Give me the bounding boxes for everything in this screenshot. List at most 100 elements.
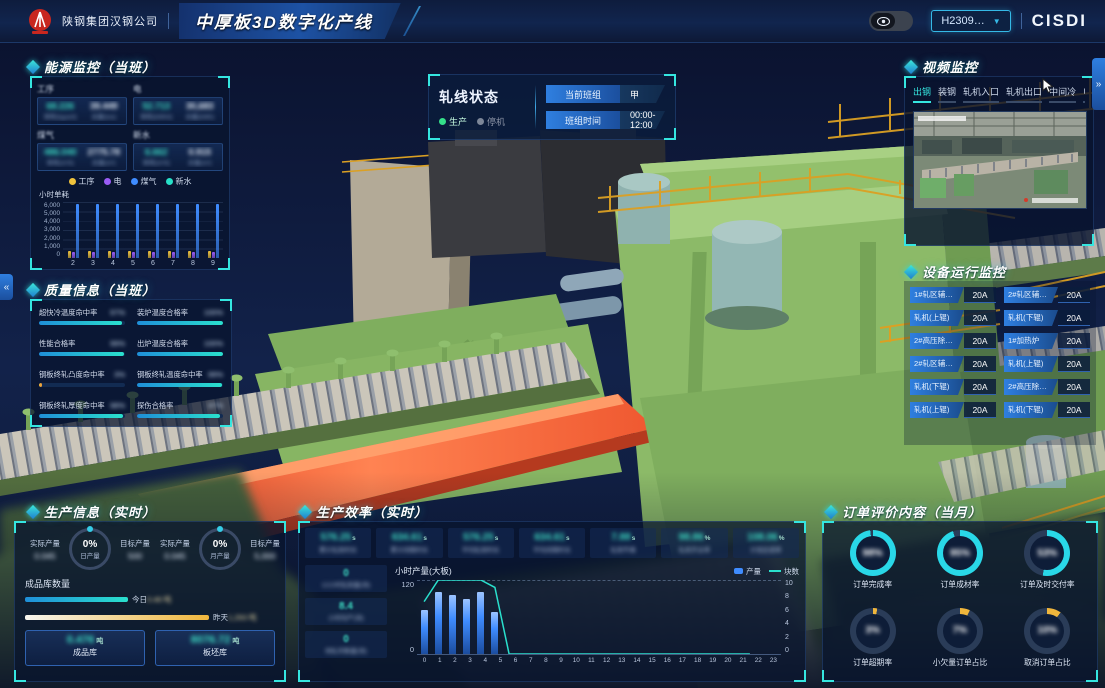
progress-bar: [39, 352, 125, 356]
energy-chart-legend: 工序电煤气新水: [37, 176, 223, 187]
cctv-still[interactable]: [913, 111, 1087, 209]
bar-group: [123, 202, 143, 258]
shift-ribbon: 当前班组甲: [546, 85, 665, 103]
progress-bar: [137, 321, 223, 325]
legend-item[interactable]: 块数: [769, 566, 799, 577]
line-status-title: 轧线状态: [439, 87, 525, 107]
output-plot: [417, 580, 781, 655]
legend-item[interactable]: 煤气: [131, 176, 157, 187]
energy-groups: 工序 68.226单耗(kgce/t) 39.449总量(tce) 电 52.7…: [37, 83, 223, 171]
camera-tabs: 出钢装钢轧机入口轧机出口中间冷电加热: [913, 85, 1085, 103]
device-cell[interactable]: 轧机(下辊)20A: [910, 379, 996, 395]
legend-item[interactable]: 产量: [734, 566, 761, 577]
device-row: 2#高压除…20A 1#加热炉20A: [904, 333, 1096, 349]
output-chart-title: 小时产量(大板): [395, 565, 452, 577]
header-divider: [1021, 13, 1022, 29]
dashboard: 陕钢集团汉钢公司 中厚板3D数字化产线 H2309… ▼ CISDI 轧线状态 …: [0, 0, 1105, 688]
line-status-panel: 轧线状态 生产停机 当前班组甲班组时间00:00-12:00: [428, 74, 676, 140]
device-row: 轧机(上辊)20A 轧机(下辊)20A: [904, 310, 1096, 326]
efficiency-panel: 576.25s 累计轧制时长634.61s 累计间隔时长576.25s 平均轧制…: [298, 521, 806, 682]
energy-panel: 工序 68.226单耗(kgce/t) 39.449总量(tce) 电 52.7…: [30, 76, 230, 270]
device-cell[interactable]: 2#轧区辅…20A: [910, 356, 996, 372]
quality-item: 钢板终轧厚度命中率 98%: [39, 401, 125, 418]
device-cell[interactable]: 1#轧区辅…20A: [910, 287, 996, 303]
quality-item: 出炉温度合格率 100%: [137, 339, 223, 356]
video-panel-title: 视频监控: [906, 57, 978, 76]
bar-group: [203, 202, 223, 258]
order-donut: 98% 订单完成率: [829, 530, 916, 602]
order-donut: 95% 订单成材率: [916, 530, 1003, 602]
bar-group: [143, 202, 163, 258]
output-x-axis: 01234567891011121314151617181920212223: [417, 657, 781, 664]
device-cell[interactable]: 轧机(下辊)20A: [1004, 310, 1090, 326]
finished-stock-box: 0.476吨 成品库: [25, 630, 145, 666]
efficiency-stat: 98.86% 轧机作业率: [661, 528, 727, 558]
bar-group: [163, 202, 183, 258]
efficiency-side-stat: 0待轧坯数量(块): [305, 631, 387, 658]
bar-group: [63, 202, 83, 258]
quality-item: 钢板终轧温度命中率 99%: [137, 370, 223, 387]
diamond-icon: [298, 504, 312, 518]
visibility-toggle[interactable]: [869, 11, 913, 31]
collapse-left-handle[interactable]: «: [0, 274, 13, 300]
quality-panel-title: 质量信息（当班）: [28, 280, 156, 299]
video-panel: 出钢装钢轧机入口轧机出口中间冷电加热: [904, 76, 1094, 246]
device-cell[interactable]: 轧机(上辊)20A: [910, 310, 996, 326]
camera-tab-轧机出口[interactable]: 轧机出口: [1006, 85, 1042, 103]
device-row: 2#轧区辅…20A 轧机(上辊)20A: [904, 356, 1096, 372]
device-cell[interactable]: 轧机(上辊)20A: [1004, 356, 1090, 372]
bar-group: [103, 202, 123, 258]
device-cell[interactable]: 轧机(上辊)20A: [910, 402, 996, 418]
energy-panel-title: 能源监控（当班）: [28, 57, 156, 76]
efficiency-stat: 576.25s 累计轧制时长: [305, 528, 371, 558]
line-state-停机[interactable]: 停机: [477, 115, 505, 128]
daily-output-gauge: 实际产量 0.045 0% 日产量 目标产量 500: [25, 528, 155, 570]
donut-ring: 3%: [850, 608, 896, 654]
company-logo: [26, 7, 54, 35]
quality-item: 装炉温度合格率 100%: [137, 308, 223, 325]
donut-ring: 98%: [850, 530, 896, 576]
divider: [535, 85, 536, 129]
device-cell[interactable]: 2#高压除…20A: [1004, 379, 1090, 395]
device-cell[interactable]: 2#轧区辅…20A: [1004, 287, 1090, 303]
output-left-axis: 1200: [395, 580, 417, 654]
efficiency-stats: 576.25s 累计轧制时长634.61s 累计间隔时长576.25s 平均轧制…: [305, 528, 799, 558]
device-dropdown[interactable]: H2309… ▼: [931, 10, 1010, 32]
progress-bar: [39, 383, 125, 387]
collapse-right-handle[interactable]: »: [1092, 58, 1105, 110]
efficiency-stat: 108.06% 计划达成率: [733, 528, 799, 558]
stock-bar: 昨天1,293 吨: [25, 612, 275, 623]
legend-item[interactable]: 新水: [166, 176, 192, 187]
energy-y-axis: 6,0005,0004,0003,0002,0001,0000: [37, 202, 63, 258]
efficiency-stat: 634.61s 平均间隔时长: [519, 528, 585, 558]
quality-item: 性能合格率 99%: [39, 339, 125, 356]
progress-bar: [39, 414, 125, 418]
output-chart-legend: 产量块数: [734, 566, 799, 577]
device-cell[interactable]: 1#加热炉20A: [1004, 333, 1090, 349]
orders-panel-title: 订单评价内容（当月）: [826, 502, 982, 521]
legend-item[interactable]: 工序: [69, 176, 95, 187]
camera-tab-中间冷[interactable]: 中间冷: [1049, 85, 1076, 103]
bar-group: [83, 202, 103, 258]
camera-tab-装钢[interactable]: 装钢: [938, 85, 956, 103]
diamond-icon: [26, 282, 40, 296]
order-donut: 7% 小欠量订单占比: [916, 608, 1003, 680]
bar-group: [183, 202, 203, 258]
legend-item[interactable]: 电: [104, 176, 122, 187]
device-cell[interactable]: 2#高压除…20A: [910, 333, 996, 349]
line-state-生产[interactable]: 生产: [439, 115, 467, 128]
camera-tab-轧机入口[interactable]: 轧机入口: [963, 85, 999, 103]
energy-group: 煤气 486.040单耗(m³/t) 2775.78总量(m³): [37, 129, 127, 171]
efficiency-stat: 634.61s 累计间隔时长: [376, 528, 442, 558]
shift-ribbon: 班组时间00:00-12:00: [546, 111, 665, 129]
progress-bar: [39, 321, 125, 325]
stock-bar: 今日0.48 吨: [25, 594, 275, 605]
company-name: 陕钢集团汉钢公司: [62, 13, 158, 29]
energy-group: 工序 68.226单耗(kgce/t) 39.449总量(tce): [37, 83, 127, 125]
efficiency-panel-title: 生产效率（实时）: [300, 502, 428, 521]
diamond-icon: [824, 504, 838, 518]
slab-stock-box: 8076.72吨 板坯库: [155, 630, 275, 666]
status-dot: [477, 118, 484, 125]
donut-ring: 7%: [937, 608, 983, 654]
device-cell[interactable]: 轧机(下辊)20A: [1004, 402, 1090, 418]
